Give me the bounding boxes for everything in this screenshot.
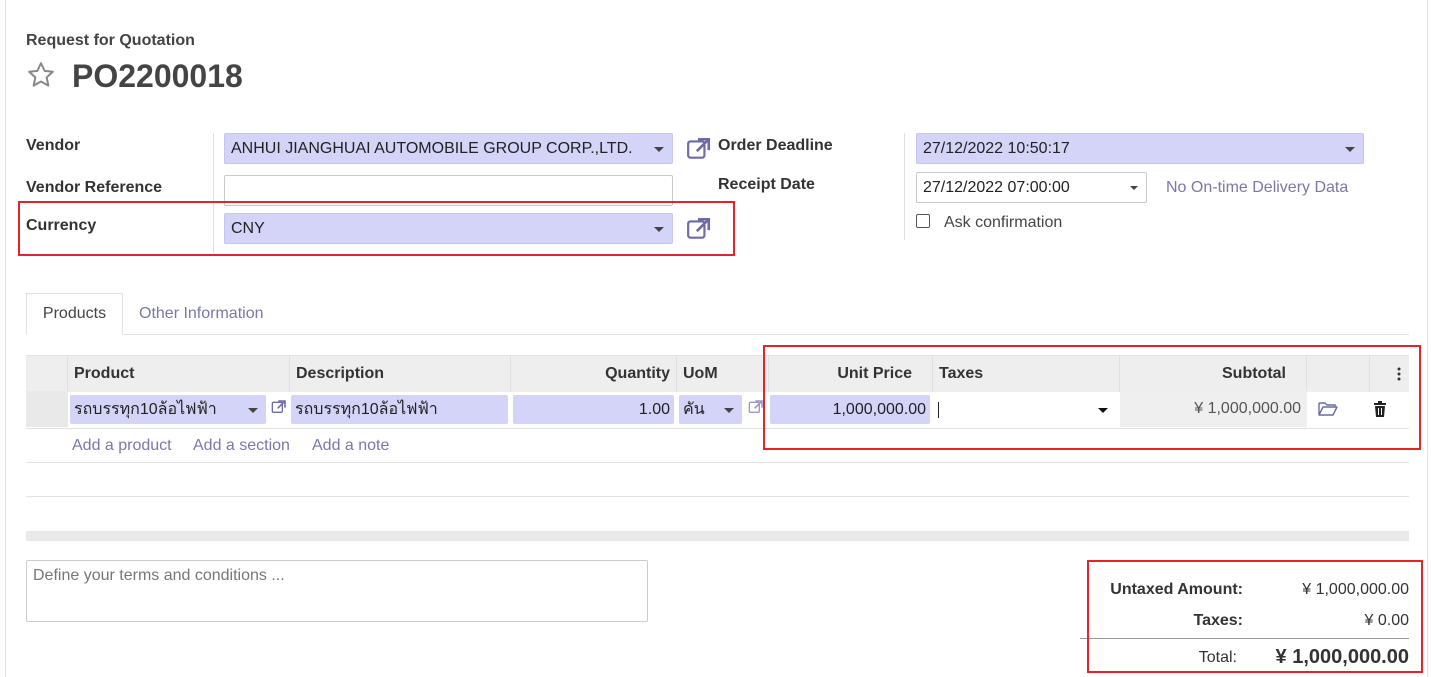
column-uom-label: UoM: [683, 365, 718, 382]
document-type-label: Request for Quotation: [26, 32, 195, 49]
description-input[interactable]: รถบรรทุก10ล้อไฟฟ้า: [291, 395, 508, 424]
description-value: รถบรรทุก10ล้อไฟฟ้า: [295, 401, 438, 418]
currency-highlight-box: [18, 201, 735, 256]
uom-select[interactable]: คัน: [679, 395, 742, 424]
sheet-left-border: [5, 0, 6, 677]
tabs-divider: [26, 334, 1409, 335]
chevron-down-icon: [1345, 146, 1355, 152]
chevron-down-icon: [1130, 185, 1138, 190]
tab-other-information-label: Other Information: [139, 305, 264, 322]
column-product-label: Product: [74, 365, 135, 382]
tab-products-label: Products: [42, 305, 107, 322]
table-row-divider: [26, 496, 1409, 497]
chevron-down-icon: [248, 407, 258, 413]
add-section-link[interactable]: Add a section: [193, 437, 290, 455]
order-deadline-label: Order Deadline: [718, 137, 833, 154]
handle-column-header: [26, 356, 68, 392]
table-footer-bar: [26, 531, 1409, 541]
field-divider: [904, 133, 905, 240]
tab-products[interactable]: Products: [26, 293, 123, 335]
totals-highlight-box: [1087, 560, 1423, 673]
vendor-reference-label: Vendor Reference: [26, 179, 163, 196]
ask-confirmation-checkbox[interactable]: [916, 214, 930, 228]
product-value: รถบรรทุก10ล้อไฟฟ้า: [74, 401, 217, 418]
quantity-value: 1.00: [638, 400, 670, 418]
external-link-icon[interactable]: [748, 399, 764, 415]
column-product[interactable]: Product: [68, 356, 290, 392]
terms-conditions-input[interactable]: Define your terms and conditions ...: [26, 560, 648, 622]
sheet-right-border: [1427, 0, 1428, 677]
order-deadline-field[interactable]: 27/12/2022 10:50:17: [916, 133, 1364, 164]
receipt-date-field[interactable]: 27/12/2022 07:00:00: [916, 172, 1147, 203]
table-row-divider: [26, 462, 1409, 463]
quantity-input[interactable]: 1.00: [513, 395, 674, 424]
chevron-down-icon: [724, 407, 734, 413]
product-select[interactable]: รถบรรทุก10ล้อไฟฟ้า: [70, 395, 266, 424]
vendor-value: ANHUI JIANGHUAI AUTOMOBILE GROUP CORP.,L…: [231, 139, 633, 157]
column-description[interactable]: Description: [290, 356, 511, 392]
receipt-date-value: 27/12/2022 07:00:00: [923, 178, 1070, 196]
receipt-date-label: Receipt Date: [718, 176, 815, 193]
ask-confirmation-label: Ask confirmation: [944, 214, 1063, 231]
column-uom[interactable]: UoM: [677, 356, 769, 392]
column-quantity-label: Quantity: [605, 365, 670, 382]
column-description-label: Description: [296, 365, 385, 382]
pricing-highlight-box: [763, 345, 1421, 450]
terms-placeholder: Define your terms and conditions ...: [33, 567, 285, 584]
order-deadline-value: 27/12/2022 10:50:17: [923, 139, 1070, 157]
vendor-label: Vendor: [26, 137, 81, 154]
vendor-select[interactable]: ANHUI JIANGHUAI AUTOMOBILE GROUP CORP.,L…: [224, 133, 673, 164]
external-link-icon[interactable]: [271, 399, 287, 415]
add-note-link[interactable]: Add a note: [312, 437, 389, 455]
star-icon[interactable]: [26, 60, 56, 90]
page-title: PO2200018: [72, 58, 243, 94]
external-link-icon[interactable]: [686, 136, 712, 162]
on-time-delivery-link[interactable]: No On-time Delivery Data: [1166, 179, 1348, 197]
add-product-link[interactable]: Add a product: [72, 437, 172, 455]
column-quantity[interactable]: Quantity: [511, 356, 677, 392]
tab-other-information[interactable]: Other Information: [139, 305, 264, 323]
chevron-down-icon: [654, 146, 664, 152]
row-drag-handle[interactable]: [26, 391, 68, 427]
uom-value: คัน: [683, 401, 705, 418]
